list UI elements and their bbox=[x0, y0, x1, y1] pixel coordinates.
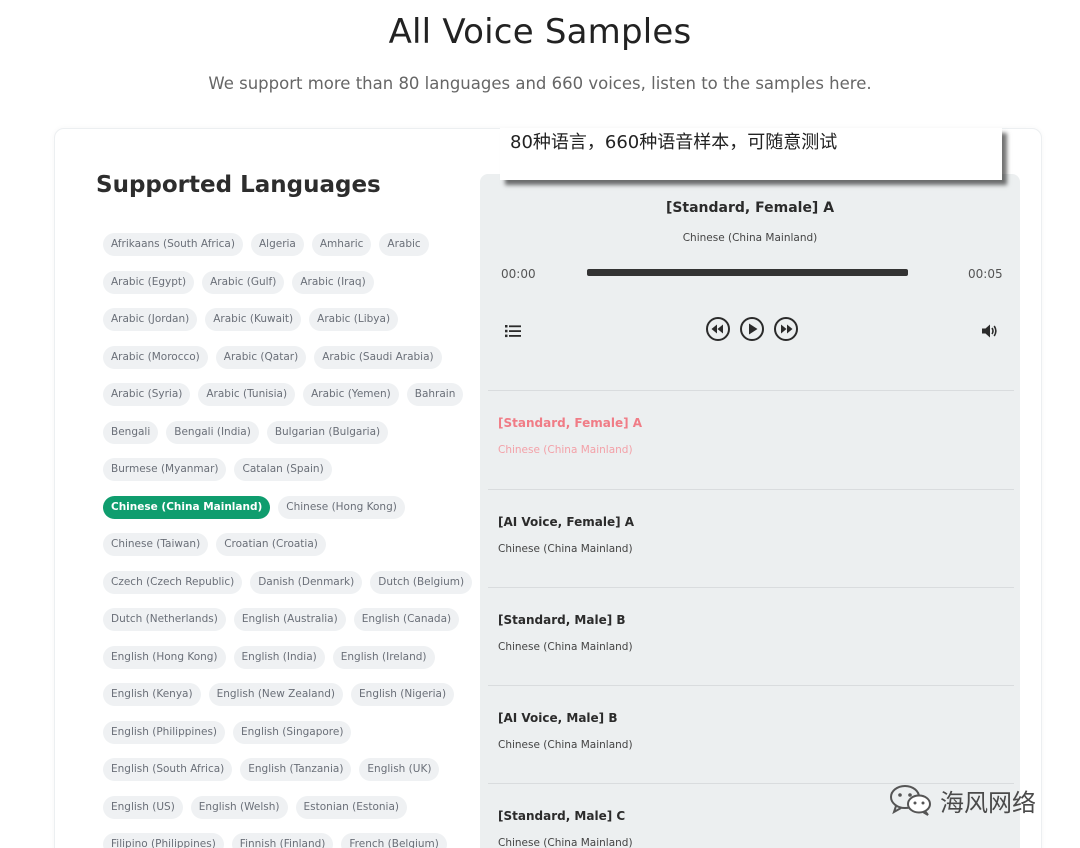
playlist-item-title[interactable]: [AI Voice, Male] B bbox=[498, 711, 618, 725]
language-chip[interactable]: Afrikaans (South Africa) bbox=[103, 233, 243, 256]
language-chip[interactable]: English (Tanzania) bbox=[240, 758, 352, 781]
chip-row: Czech (Czech Republic) Danish (Denmark) Du… bbox=[103, 570, 473, 594]
language-chip[interactable]: Bulgarian (Bulgaria) bbox=[266, 420, 389, 444]
current-track-language: Chinese (China Mainland) bbox=[682, 232, 818, 244]
language-chip[interactable]: English (Australia) bbox=[233, 608, 346, 631]
playlist-item-language: Chinese (China Mainland) bbox=[498, 739, 633, 751]
current-track-title: [Standard, Female] A bbox=[665, 200, 835, 216]
language-chip[interactable]: Chinese (China Mainland) bbox=[103, 495, 271, 519]
languages-heading: Supported Languages bbox=[96, 172, 381, 198]
language-chip[interactable]: Bengali bbox=[103, 420, 159, 444]
language-chip[interactable]: English (Ireland) bbox=[332, 645, 435, 669]
chip-row: Arabic (Jordan) Arabic (Kuwait) Arabic (Li… bbox=[103, 308, 463, 331]
language-chip[interactable]: Arabic (Saudi Arabia) bbox=[314, 345, 442, 369]
playlist-divider bbox=[488, 390, 1014, 391]
language-chip[interactable]: Czech (Czech Republic) bbox=[103, 570, 243, 594]
chip-row: Chinese (Taiwan) Croatian (Croatia) bbox=[103, 533, 463, 556]
language-chip[interactable]: English (New Zealand) bbox=[208, 683, 344, 706]
chip-row: Dutch (Netherlands) English (Australia) En… bbox=[103, 608, 463, 631]
chip-row: Chinese (China Mainland) Chinese (Hong Ko… bbox=[103, 495, 463, 519]
annotation-callout: 80种语言，660种语音样本，可随意测试 bbox=[500, 128, 1002, 180]
playlist-item-title[interactable]: [Standard, Male] C bbox=[498, 809, 625, 823]
language-chip[interactable]: English (India) bbox=[233, 645, 325, 669]
language-chip[interactable]: Arabic (Libya) bbox=[309, 308, 399, 331]
language-chip[interactable]: Arabic (Yemen) bbox=[303, 383, 399, 406]
language-chip[interactable]: Arabic (Gulf) bbox=[202, 270, 285, 294]
progress-bar[interactable] bbox=[587, 269, 908, 276]
language-chip[interactable]: Danish (Denmark) bbox=[250, 570, 363, 594]
page-subtitle: We support more than 80 languages and 66… bbox=[208, 74, 872, 93]
watermark: 海风网络 bbox=[888, 782, 1036, 818]
chip-row: English (US) English (Welsh) Estonian (Est… bbox=[103, 795, 463, 819]
playlist-item-title[interactable]: [Standard, Female] A bbox=[498, 416, 642, 430]
language-chip[interactable]: Bahrain bbox=[406, 383, 464, 406]
chip-row: Burmese (Myanmar) Catalan (Spain) bbox=[103, 458, 463, 481]
language-chip[interactable]: Arabic (Kuwait) bbox=[205, 308, 302, 331]
play-icon[interactable] bbox=[739, 316, 765, 342]
language-chip[interactable]: English (South Africa) bbox=[103, 758, 233, 781]
language-chip[interactable]: Burmese (Myanmar) bbox=[103, 458, 227, 481]
language-chip-list: Afrikaans (South Africa) Algeria Amharic Ar… bbox=[103, 233, 473, 848]
rewind-icon[interactable] bbox=[705, 316, 731, 342]
chip-row: English (South Africa) English (Tanzania)… bbox=[103, 758, 463, 781]
chip-row: Arabic (Syria) Arabic (Tunisia) Arabic (Ye… bbox=[103, 383, 464, 406]
language-chip[interactable]: Dutch (Netherlands) bbox=[103, 608, 226, 631]
language-chip[interactable]: French (Belgium) bbox=[341, 833, 447, 848]
playlist-item-language: Chinese (China Mainland) bbox=[498, 837, 633, 848]
language-chip[interactable]: English (Philippines) bbox=[103, 720, 226, 744]
volume-icon[interactable] bbox=[981, 323, 999, 339]
language-chip[interactable]: Estonian (Estonia) bbox=[295, 795, 408, 819]
language-chip[interactable]: Arabic (Qatar) bbox=[215, 345, 307, 369]
playlist-item-language: Chinese (China Mainland) bbox=[498, 641, 633, 653]
language-chip[interactable]: Algeria bbox=[250, 233, 304, 256]
language-chip[interactable]: English (Canada) bbox=[353, 608, 460, 631]
playlist-item-title[interactable]: [AI Voice, Female] A bbox=[498, 515, 634, 529]
language-chip[interactable]: Dutch (Belgium) bbox=[370, 570, 473, 594]
language-chip[interactable]: Bengali (India) bbox=[166, 420, 259, 444]
playlist-divider bbox=[488, 489, 1014, 490]
callout-text: 80种语言，660种语音样本，可随意测试 bbox=[510, 132, 838, 153]
language-chip[interactable]: Arabic (Jordan) bbox=[103, 308, 198, 331]
chip-row: English (Philippines) English (Singapore) bbox=[103, 720, 463, 744]
language-chip[interactable]: English (Hong Kong) bbox=[103, 645, 226, 669]
chip-row: Bengali Bengali (India) Bulgarian (Bulgari… bbox=[103, 420, 463, 444]
playlist-divider bbox=[488, 587, 1014, 588]
language-chip[interactable]: English (Nigeria) bbox=[351, 683, 455, 706]
language-chip[interactable]: Finnish (Finland) bbox=[231, 833, 334, 848]
language-chip[interactable]: Arabic (Iraq) bbox=[292, 270, 374, 294]
language-chip[interactable]: English (Kenya) bbox=[103, 683, 201, 706]
language-chip[interactable]: English (UK) bbox=[359, 758, 440, 781]
watermark-text: 海风网络 bbox=[940, 788, 1036, 817]
language-chip[interactable]: Catalan (Spain) bbox=[234, 458, 332, 481]
playlist-item-language: Chinese (China Mainland) bbox=[498, 543, 633, 555]
language-chip[interactable]: English (Welsh) bbox=[190, 795, 288, 819]
language-chip[interactable]: Amharic bbox=[311, 233, 372, 256]
language-chip[interactable]: Croatian (Croatia) bbox=[216, 533, 326, 556]
language-chip[interactable]: English (US) bbox=[103, 795, 183, 819]
language-chip[interactable]: Chinese (Hong Kong) bbox=[278, 495, 405, 519]
language-chip[interactable]: Arabic (Syria) bbox=[103, 383, 191, 406]
language-chip[interactable]: Arabic (Morocco) bbox=[103, 345, 208, 369]
playlist-item-title[interactable]: [Standard, Male] B bbox=[498, 613, 626, 627]
chip-row: English (Kenya) English (New Zealand) Engl… bbox=[103, 683, 463, 706]
playlist-divider bbox=[488, 685, 1014, 686]
chip-row: Arabic (Egypt) Arabic (Gulf) Arabic (Iraq) bbox=[103, 270, 463, 294]
fast-forward-icon[interactable] bbox=[773, 316, 799, 342]
wechat-icon bbox=[890, 785, 931, 816]
playlist-icon[interactable] bbox=[504, 322, 522, 340]
chip-row: Afrikaans (South Africa) Algeria Amharic Ar… bbox=[103, 233, 463, 256]
language-chip[interactable]: Filipino (Philippines) bbox=[103, 833, 224, 848]
chip-row: English (Hong Kong) English (India) Englis… bbox=[103, 645, 463, 669]
language-chip[interactable]: Arabic (Tunisia) bbox=[198, 383, 296, 406]
language-chip[interactable]: Chinese (Taiwan) bbox=[103, 533, 209, 556]
playlist-item-language: Chinese (China Mainland) bbox=[498, 444, 633, 456]
language-chip[interactable]: Arabic (Egypt) bbox=[103, 270, 195, 294]
chip-row: Filipino (Philippines) Finnish (Finland) F… bbox=[103, 833, 463, 848]
page-title: All Voice Samples bbox=[388, 12, 692, 52]
language-chip[interactable]: English (Singapore) bbox=[233, 720, 352, 744]
time-elapsed: 00:00 bbox=[501, 267, 536, 281]
time-total: 00:05 bbox=[968, 267, 1003, 281]
chip-row: Arabic (Morocco) Arabic (Qatar) Arabic (Sa… bbox=[103, 345, 463, 369]
language-chip[interactable]: Arabic bbox=[379, 233, 429, 256]
